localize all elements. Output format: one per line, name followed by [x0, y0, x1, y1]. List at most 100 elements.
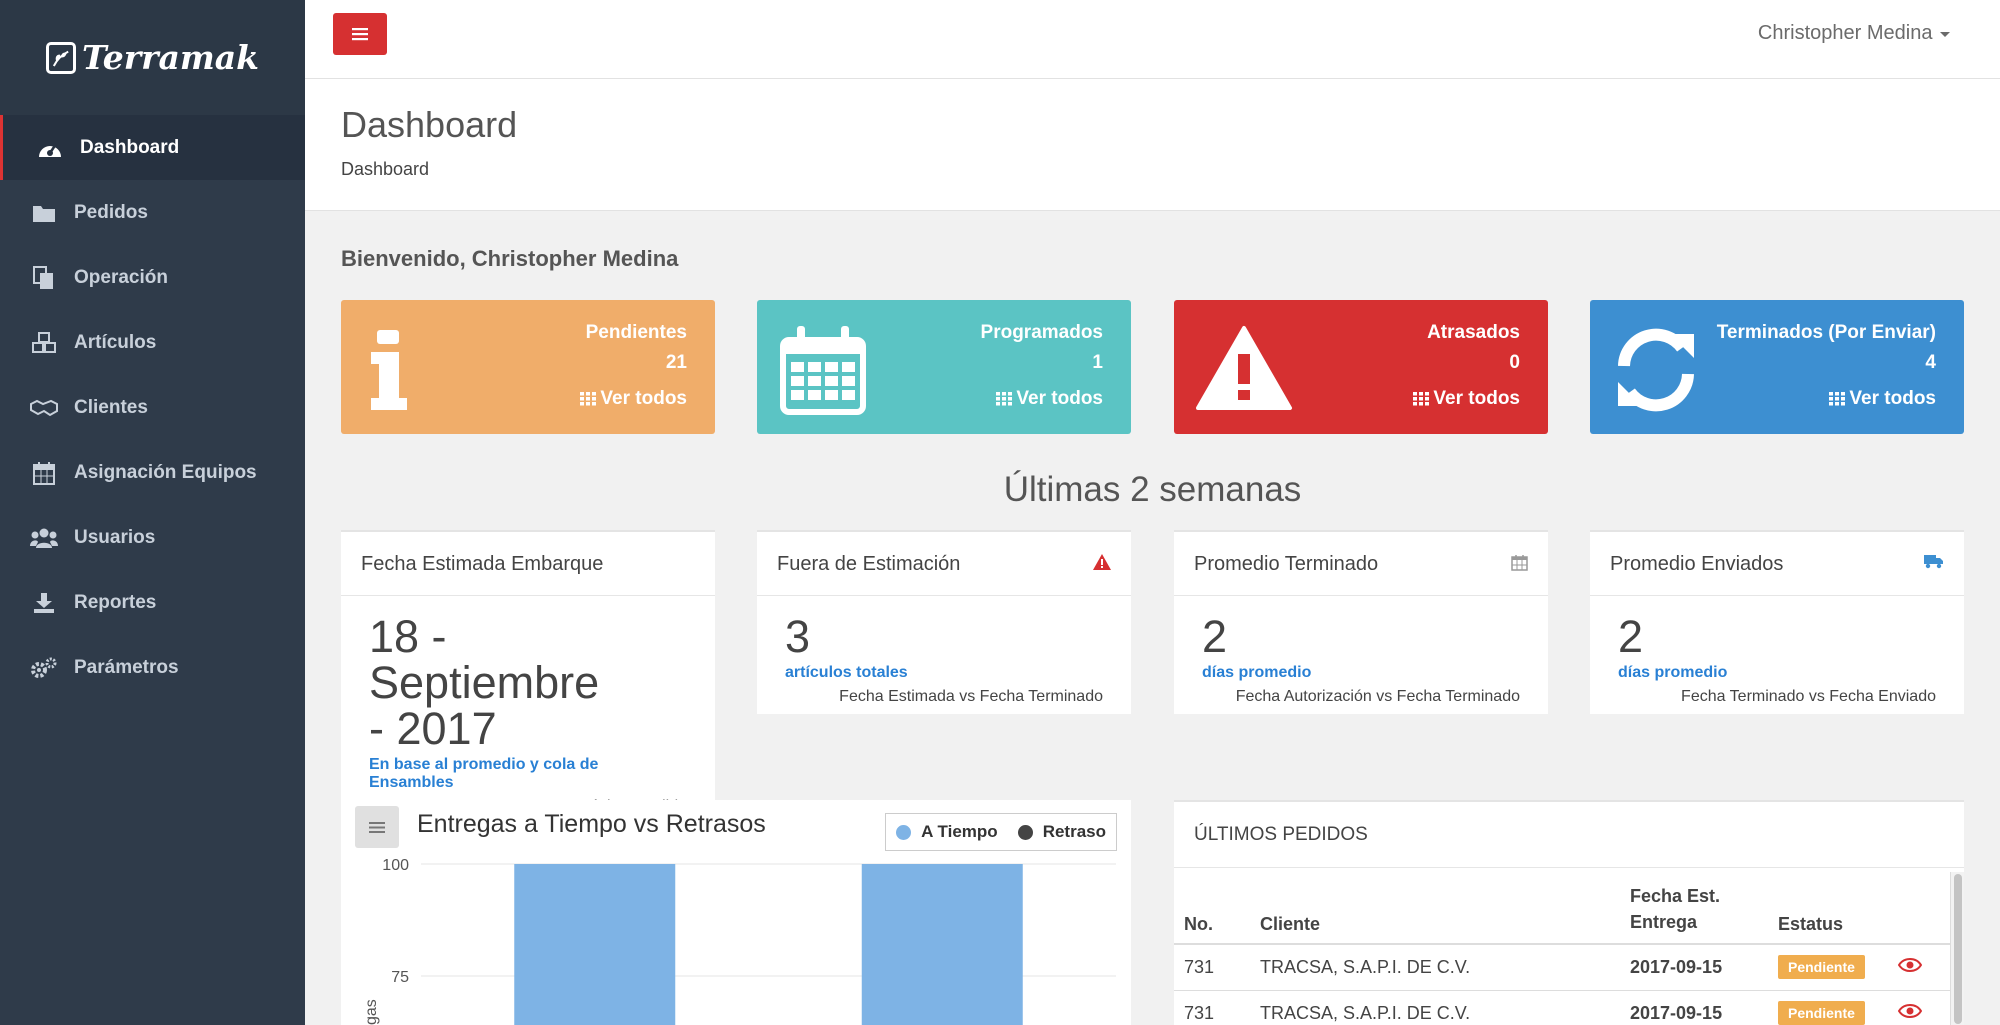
- panel-sub-link[interactable]: En base al promedio y cola de Ensambles: [341, 752, 715, 792]
- cubes-icon: [30, 331, 58, 355]
- panel-fuera-estimacion: Fuera de Estimación 3 artículos totales …: [757, 530, 1131, 714]
- refresh-icon: [1618, 328, 1694, 412]
- stat-title: Programados: [980, 322, 1103, 343]
- scrollbar[interactable]: [1950, 872, 1964, 1025]
- section-title: Últimas 2 semanas: [1003, 470, 1302, 509]
- gears-icon: [30, 656, 58, 680]
- column-header[interactable]: Cliente: [1250, 868, 1620, 945]
- breadcrumb[interactable]: Dashboard: [341, 159, 429, 180]
- table-row[interactable]: 731 TRACSA, S.A.P.I. DE C.V. 2017-09-15 …: [1174, 990, 1964, 1025]
- column-header[interactable]: Estatus: [1768, 868, 1888, 945]
- copy-icon: [30, 265, 58, 290]
- bar-a-tiempo: [514, 864, 676, 1025]
- cell-cliente: TRACSA, S.A.P.I. DE C.V.: [1250, 944, 1620, 991]
- table-header-row: No. Cliente Fecha Est. Entrega Estatus: [1174, 868, 1964, 945]
- grid-icon: [580, 392, 597, 406]
- table-row[interactable]: 731 TRACSA, S.A.P.I. DE C.V. 2017-09-15 …: [1174, 944, 1964, 991]
- orders-panel: ÚLTIMOS PEDIDOS No. Cliente Fecha Est. E…: [1174, 800, 1964, 1025]
- column-header[interactable]: No.: [1174, 868, 1250, 945]
- ver-todos-link[interactable]: Ver todos: [1413, 388, 1520, 410]
- sidebar-item-articulos[interactable]: Artículos: [0, 310, 305, 375]
- sidebar-item-pedidos[interactable]: Pedidos: [0, 180, 305, 245]
- sidebar-item-label: Dashboard: [80, 136, 180, 158]
- chart-panel: Entregas a Tiempo vs Retrasos A Tiempo R…: [341, 800, 1131, 1025]
- ver-todos-label: Ver todos: [600, 388, 687, 409]
- sidebar-item-label: Clientes: [74, 396, 148, 418]
- chart-menu-button[interactable]: [355, 806, 399, 848]
- panel-title: Promedio Enviados: [1610, 553, 1784, 575]
- sidebar-item-reportes[interactable]: Reportes: [0, 570, 305, 635]
- user-name: Christopher Medina: [1757, 22, 1933, 44]
- user-menu[interactable]: Christopher Medina: [1758, 22, 1950, 45]
- panel-sub-link[interactable]: artículos totales: [757, 660, 1131, 682]
- sidebar-item-dashboard[interactable]: Dashboard: [0, 115, 305, 180]
- stat-card-programados: Programados 1 Ver todos: [757, 300, 1131, 434]
- menu-toggle-button[interactable]: [333, 13, 387, 55]
- legend-dot: [896, 824, 912, 840]
- stat-card-terminados: Terminados (Por Enviar) 4 Ver todos: [1590, 300, 1964, 434]
- sidebar-item-asignacion-equipos[interactable]: Asignación Equipos: [0, 440, 305, 505]
- panel-promedio-enviados: Promedio Enviados 2 días promedio Fecha …: [1590, 530, 1964, 714]
- panel-title: Fecha Estimada Embarque: [341, 532, 715, 596]
- sidebar-item-operacion[interactable]: Operación: [0, 245, 305, 310]
- cell-fecha: 2017-09-15: [1620, 944, 1768, 991]
- legend-label: Retraso: [1042, 822, 1106, 841]
- cell-estatus: Pendiente: [1768, 990, 1888, 1025]
- sidebar-item-label: Operación: [74, 266, 168, 288]
- sidebar-item-label: Pedidos: [74, 201, 148, 223]
- sidebar-item-label: Asignación Equipos: [74, 461, 257, 483]
- sidebar-item-usuarios[interactable]: Usuarios: [0, 505, 305, 570]
- orders-table: No. Cliente Fecha Est. Entrega Estatus 7…: [1174, 868, 1964, 1025]
- sidebar-item-parametros[interactable]: Parámetros: [0, 635, 305, 700]
- sidebar-nav: Dashboard Pedidos Operación Artículos Cl…: [0, 115, 305, 700]
- calendar-icon: [780, 326, 866, 415]
- dashboard-icon: [36, 136, 64, 160]
- app-name: Terramak: [81, 38, 260, 77]
- stat-count: 1: [1092, 352, 1103, 373]
- sidebar-item-clientes[interactable]: Clientes: [0, 375, 305, 440]
- eye-icon[interactable]: [1897, 957, 1923, 973]
- panel-title: Fuera de Estimación: [777, 553, 961, 575]
- cell-cliente: TRACSA, S.A.P.I. DE C.V.: [1250, 990, 1620, 1025]
- stat-card-pendientes: Pendientes 21 Ver todos: [341, 300, 715, 434]
- logo-mark-icon: [45, 41, 76, 74]
- info-icon: [371, 330, 407, 410]
- ver-todos-label: Ver todos: [1433, 388, 1520, 409]
- stat-title: Atrasados: [1427, 322, 1520, 343]
- cell-no: 731: [1174, 990, 1250, 1025]
- grid-icon: [1829, 392, 1846, 406]
- folder-icon: [30, 201, 58, 225]
- legend-item-a-tiempo[interactable]: A Tiempo: [896, 822, 998, 842]
- stat-count: 21: [665, 352, 687, 373]
- sidebar-item-label: Reportes: [74, 591, 157, 613]
- chart-title: Entregas a Tiempo vs Retrasos: [417, 810, 766, 838]
- scrollbar-thumb[interactable]: [1954, 874, 1962, 1024]
- chart-legend: A Tiempo Retraso: [885, 813, 1117, 851]
- status-badge: Pendiente: [1778, 955, 1865, 980]
- panel-value-line1: 18 - Septiembre: [369, 611, 600, 708]
- sidebar-item-label: Artículos: [74, 331, 157, 353]
- page-header: Dashboard Dashboard: [305, 79, 2000, 211]
- topbar: Christopher Medina: [305, 0, 2000, 79]
- stat-title: Pendientes: [585, 322, 687, 343]
- legend-item-retraso[interactable]: Retraso: [1017, 822, 1106, 842]
- ver-todos-link[interactable]: Ver todos: [580, 388, 687, 410]
- panel-header: Promedio Terminado: [1174, 532, 1548, 596]
- panel-sub-link[interactable]: días promedio: [1174, 660, 1548, 682]
- ver-todos-link[interactable]: Ver todos: [996, 388, 1103, 410]
- panel-promedio-terminado: Promedio Terminado 2 días promedio Fecha…: [1174, 530, 1548, 714]
- eye-icon[interactable]: [1897, 1003, 1923, 1019]
- welcome-message: Bienvenido, Christopher Medina: [341, 246, 679, 271]
- logo-area: Terramak: [0, 0, 305, 115]
- sidebar-item-label: Usuarios: [74, 526, 156, 548]
- panel-sub-link[interactable]: días promedio: [1590, 660, 1964, 682]
- logo[interactable]: Terramak: [45, 38, 260, 77]
- panel-note: Fecha Estimada vs Fecha Terminado: [839, 688, 1103, 705]
- stat-count: 0: [1509, 352, 1520, 373]
- handshake-icon: [30, 396, 58, 420]
- cell-estatus: Pendiente: [1768, 944, 1888, 991]
- ver-todos-link[interactable]: Ver todos: [1829, 388, 1936, 410]
- download-icon: [30, 591, 58, 615]
- column-header[interactable]: Fecha Est. Entrega: [1620, 868, 1768, 945]
- panel-header: Promedio Enviados: [1590, 532, 1964, 596]
